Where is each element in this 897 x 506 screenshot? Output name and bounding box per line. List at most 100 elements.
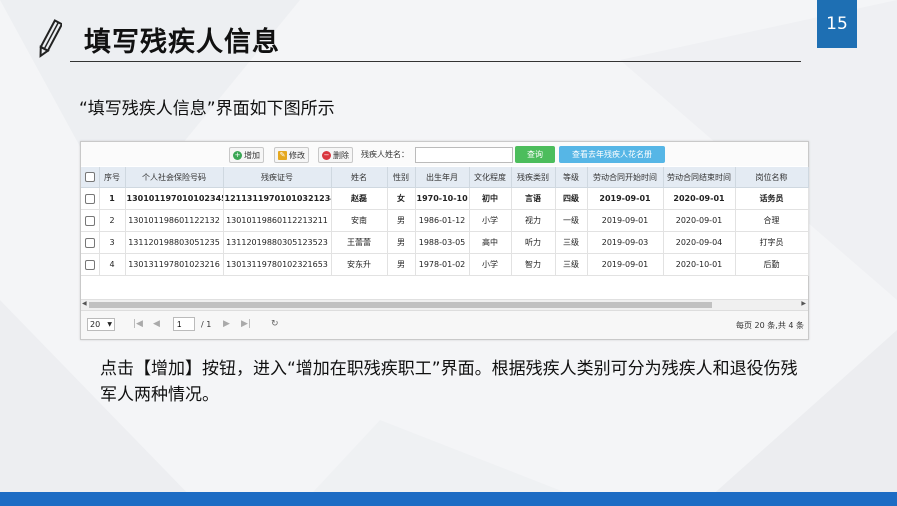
footer-bar <box>0 492 897 506</box>
table-cell: 130131197801023216 <box>125 253 224 276</box>
table-cell: 四级 <box>555 187 588 210</box>
row-checkbox[interactable] <box>84 237 95 248</box>
scrollbar-thumb[interactable] <box>89 302 712 308</box>
table-cell: 1970-10-10 <box>415 187 470 210</box>
plus-icon: + <box>233 150 242 160</box>
table-cell: 2019-09-03 <box>587 231 664 254</box>
table-cell: 131120198803051235 <box>125 231 224 254</box>
table-cell: 言语 <box>511 187 556 210</box>
refresh-icon[interactable]: ↻ <box>271 319 279 329</box>
select-all-checkbox[interactable] <box>84 172 95 182</box>
horizontal-scrollbar[interactable]: ◀ ▶ <box>81 299 808 310</box>
column-header[interactable]: 劳动合同开始时间 <box>587 167 664 188</box>
delete-button[interactable]: − 删除 <box>318 147 353 163</box>
table-cell: 三级 <box>555 231 588 254</box>
table-cell: 打字员 <box>735 231 809 254</box>
prev-page-icon[interactable]: ◀ <box>153 319 160 329</box>
column-header[interactable]: 文化程度 <box>469 167 512 188</box>
next-page-icon[interactable]: ▶ <box>223 319 230 329</box>
minus-icon: − <box>322 150 331 160</box>
add-button[interactable]: + 增加 <box>229 147 264 163</box>
delete-button-label: 删除 <box>333 150 349 160</box>
select-all-cell[interactable] <box>81 167 100 188</box>
edit-button[interactable]: ✎ 修改 <box>274 147 309 163</box>
table-cell: 13013119780102321653 <box>223 253 332 276</box>
last-year-roster-button[interactable]: 查看去年残疾人花名册 <box>559 146 665 163</box>
table-cell: 初中 <box>469 187 512 210</box>
table-row[interactable]: 3 131120198803051235 1311201988030512352… <box>81 231 809 254</box>
slide-title: 填写残疾人信息 <box>84 27 280 58</box>
scroll-right-icon[interactable]: ▶ <box>801 300 806 307</box>
table-cell: 后勤 <box>735 253 809 276</box>
table-cell: 安南 <box>331 209 388 232</box>
row-checkbox-cell[interactable] <box>81 187 100 210</box>
pagination-bar: 20 ▼ |◀ ◀ / 1 ▶ ▶| ↻ 每页 20 条,共 4 条 <box>81 310 808 339</box>
table-cell: 女 <box>387 187 416 210</box>
table-cell: 高中 <box>469 231 512 254</box>
column-header[interactable]: 残疾类别 <box>511 167 556 188</box>
table-cell: 安东升 <box>331 253 388 276</box>
name-search-input[interactable] <box>415 147 513 163</box>
table-cell: 1986-01-12 <box>415 209 470 232</box>
query-button[interactable]: 查询 <box>515 146 555 163</box>
column-header[interactable]: 岗位名称 <box>735 167 809 188</box>
table-row[interactable]: 1 130101197010102345 1211311970101032123… <box>81 187 809 210</box>
toolbar: + 增加 ✎ 修改 − 删除 残疾人姓名： 查询 查看去年残疾人花名册 <box>81 142 808 166</box>
search-label: 残疾人姓名： <box>361 150 409 159</box>
table-cell: 1988-03-05 <box>415 231 470 254</box>
disabled-person-grid-window: + 增加 ✎ 修改 − 删除 残疾人姓名： 查询 查看去年残疾人花名册 序号 个… <box>80 141 809 340</box>
row-checkbox[interactable] <box>84 259 95 270</box>
column-header[interactable]: 等级 <box>555 167 588 188</box>
table-cell: 听力 <box>511 231 556 254</box>
table-cell: 话务员 <box>735 187 809 210</box>
table-cell: 130101198601122132 <box>125 209 224 232</box>
column-header[interactable]: 序号 <box>99 167 126 188</box>
table-cell: 2019-09-01 <box>587 209 664 232</box>
first-page-icon[interactable]: |◀ <box>133 319 143 329</box>
current-page-input[interactable] <box>173 317 195 331</box>
pagination-info: 每页 20 条,共 4 条 <box>736 321 804 330</box>
row-checkbox-cell[interactable] <box>81 253 100 276</box>
table-header-row: 序号 个人社会保险号码 残疾证号 姓名 性别 出生年月 文化程度 残疾类别 等级… <box>81 167 809 188</box>
table-row[interactable]: 4 130131197801023216 1301311978010232165… <box>81 253 809 276</box>
description-text: 点击【增加】按钮，进入“增加在职残疾职工”界面。根据残疾人类别可分为残疾人和退役… <box>100 359 798 405</box>
title-underline <box>70 61 801 62</box>
table-cell: 130101197010102345 <box>125 187 224 210</box>
column-header[interactable]: 性别 <box>387 167 416 188</box>
column-header[interactable]: 姓名 <box>331 167 388 188</box>
page-size-value: 20 <box>90 320 101 329</box>
page-number-badge: 15 <box>817 0 857 48</box>
chevron-down-icon: ▼ <box>107 321 112 328</box>
table-cell: 赵磊 <box>331 187 388 210</box>
table-cell: 智力 <box>511 253 556 276</box>
column-header[interactable]: 残疾证号 <box>223 167 332 188</box>
table-cell: 13010119860112213211 <box>223 209 332 232</box>
page-size-select[interactable]: 20 ▼ <box>87 318 115 331</box>
table-cell: 男 <box>387 209 416 232</box>
table-cell: 13112019880305123523 <box>223 231 332 254</box>
column-header[interactable]: 劳动合同结束时间 <box>663 167 736 188</box>
intro-text: “填写残疾人信息”界面如下图所示 <box>79 99 335 119</box>
table-row[interactable]: 2 130101198601122132 1301011986011221321… <box>81 209 809 232</box>
table-cell: 4 <box>99 253 126 276</box>
row-checkbox-cell[interactable] <box>81 231 100 254</box>
table-cell: 男 <box>387 253 416 276</box>
column-header[interactable]: 个人社会保险号码 <box>125 167 224 188</box>
edit-button-label: 修改 <box>289 150 305 160</box>
table-cell: 1978-01-02 <box>415 253 470 276</box>
row-checkbox[interactable] <box>84 193 95 204</box>
table-cell: 2020-09-04 <box>663 231 736 254</box>
scroll-left-icon[interactable]: ◀ <box>82 300 87 307</box>
row-checkbox[interactable] <box>84 215 95 226</box>
table-cell: 三级 <box>555 253 588 276</box>
edit-icon: ✎ <box>278 150 287 160</box>
column-header[interactable]: 出生年月 <box>415 167 470 188</box>
last-page-icon[interactable]: ▶| <box>241 319 251 329</box>
table-cell: 12113119701010321234 <box>223 187 332 210</box>
table-cell: 3 <box>99 231 126 254</box>
table-cell: 1 <box>99 187 126 210</box>
table-cell: 小学 <box>469 253 512 276</box>
table-cell: 2020-10-01 <box>663 253 736 276</box>
row-checkbox-cell[interactable] <box>81 209 100 232</box>
table-cell: 王蕾蕾 <box>331 231 388 254</box>
